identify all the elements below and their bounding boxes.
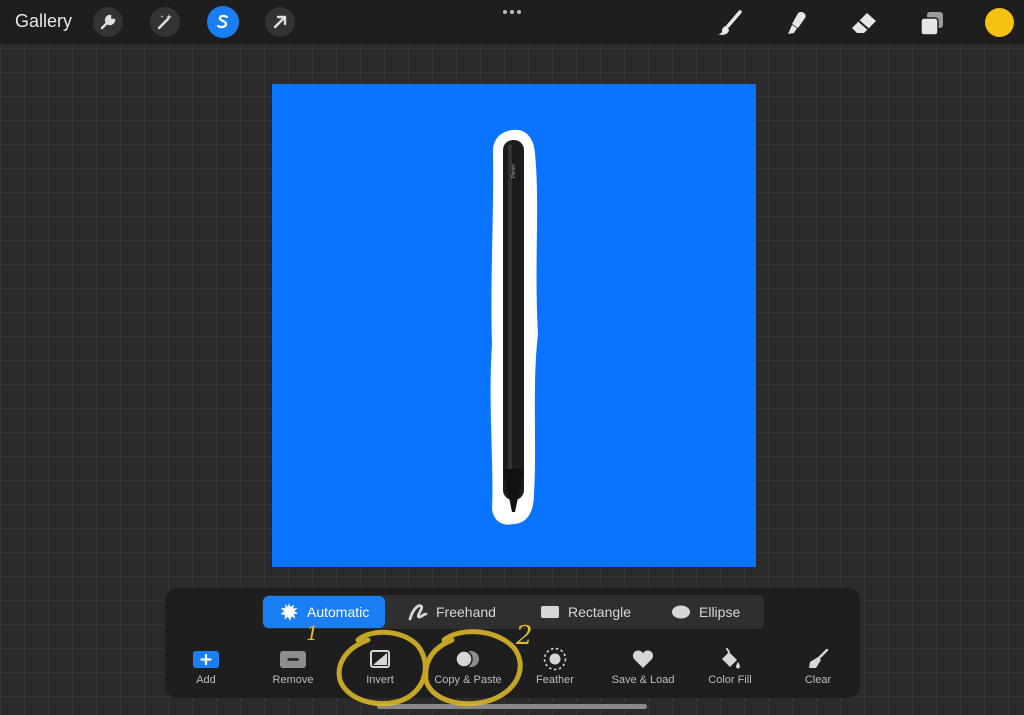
- layers-icon[interactable]: [917, 8, 947, 38]
- mode-ellipse[interactable]: Ellipse: [657, 596, 762, 628]
- freehand-icon: [408, 602, 428, 622]
- home-indicator[interactable]: [377, 704, 647, 709]
- more-options-icon[interactable]: [502, 4, 522, 14]
- save-load-button[interactable]: Save & Load: [603, 648, 683, 686]
- mode-label: Freehand: [436, 604, 496, 620]
- mode-label: Ellipse: [699, 604, 741, 620]
- mode-freehand[interactable]: Freehand: [392, 596, 512, 628]
- action-label: Copy & Paste: [434, 674, 502, 686]
- clear-brush-icon: [804, 648, 832, 670]
- drawing-canvas[interactable]: Pencil: [272, 84, 756, 567]
- action-label: Clear: [804, 674, 832, 686]
- brush-icon[interactable]: [715, 8, 745, 38]
- selection-panel: Automatic Freehand Rectangle Ellipse Add: [165, 588, 860, 698]
- ellipse-icon: [671, 602, 691, 622]
- action-label: Remove: [272, 674, 314, 686]
- feather-icon: [541, 647, 569, 671]
- remove-button[interactable]: Remove: [253, 648, 333, 686]
- mode-rectangle[interactable]: Rectangle: [524, 596, 644, 628]
- feather-button[interactable]: Feather: [515, 647, 595, 686]
- mode-label: Automatic: [307, 604, 370, 620]
- copy-paste-icon: [454, 648, 482, 670]
- fill-bucket-icon: [716, 648, 744, 670]
- mode-label: Rectangle: [568, 604, 632, 620]
- rectangle-icon: [540, 602, 560, 622]
- selection-mode-bar: Automatic Freehand Rectangle Ellipse: [262, 595, 764, 629]
- plus-icon: [192, 648, 220, 670]
- action-label: Invert: [366, 674, 394, 686]
- copy-paste-button[interactable]: Copy & Paste: [428, 648, 508, 686]
- action-label: Save & Load: [611, 674, 675, 686]
- arrow-icon[interactable]: [265, 7, 295, 37]
- magic-wand-icon[interactable]: [150, 7, 180, 37]
- color-fill-button[interactable]: Color Fill: [690, 648, 770, 686]
- wrench-icon[interactable]: [93, 7, 123, 37]
- burst-icon: [279, 602, 299, 622]
- minus-icon: [279, 648, 307, 670]
- action-label: Feather: [536, 674, 574, 686]
- action-label: Add: [196, 674, 216, 686]
- heart-icon: [629, 648, 657, 670]
- selection-icon[interactable]: [207, 6, 239, 38]
- color-picker-button[interactable]: [985, 8, 1014, 37]
- smudge-icon[interactable]: [782, 8, 812, 38]
- clear-button[interactable]: Clear: [778, 648, 858, 686]
- action-label: Color Fill: [708, 674, 752, 686]
- add-button[interactable]: Add: [166, 648, 246, 686]
- mode-automatic[interactable]: Automatic: [263, 596, 385, 628]
- invert-icon: [366, 648, 394, 670]
- pencil-artwork: Pencil: [490, 129, 538, 525]
- top-toolbar: Gallery: [0, 0, 1024, 44]
- eraser-icon[interactable]: [849, 8, 879, 38]
- invert-button[interactable]: Invert: [340, 648, 420, 686]
- pencil-text: Pencil: [511, 164, 517, 178]
- gallery-button[interactable]: Gallery: [15, 11, 72, 32]
